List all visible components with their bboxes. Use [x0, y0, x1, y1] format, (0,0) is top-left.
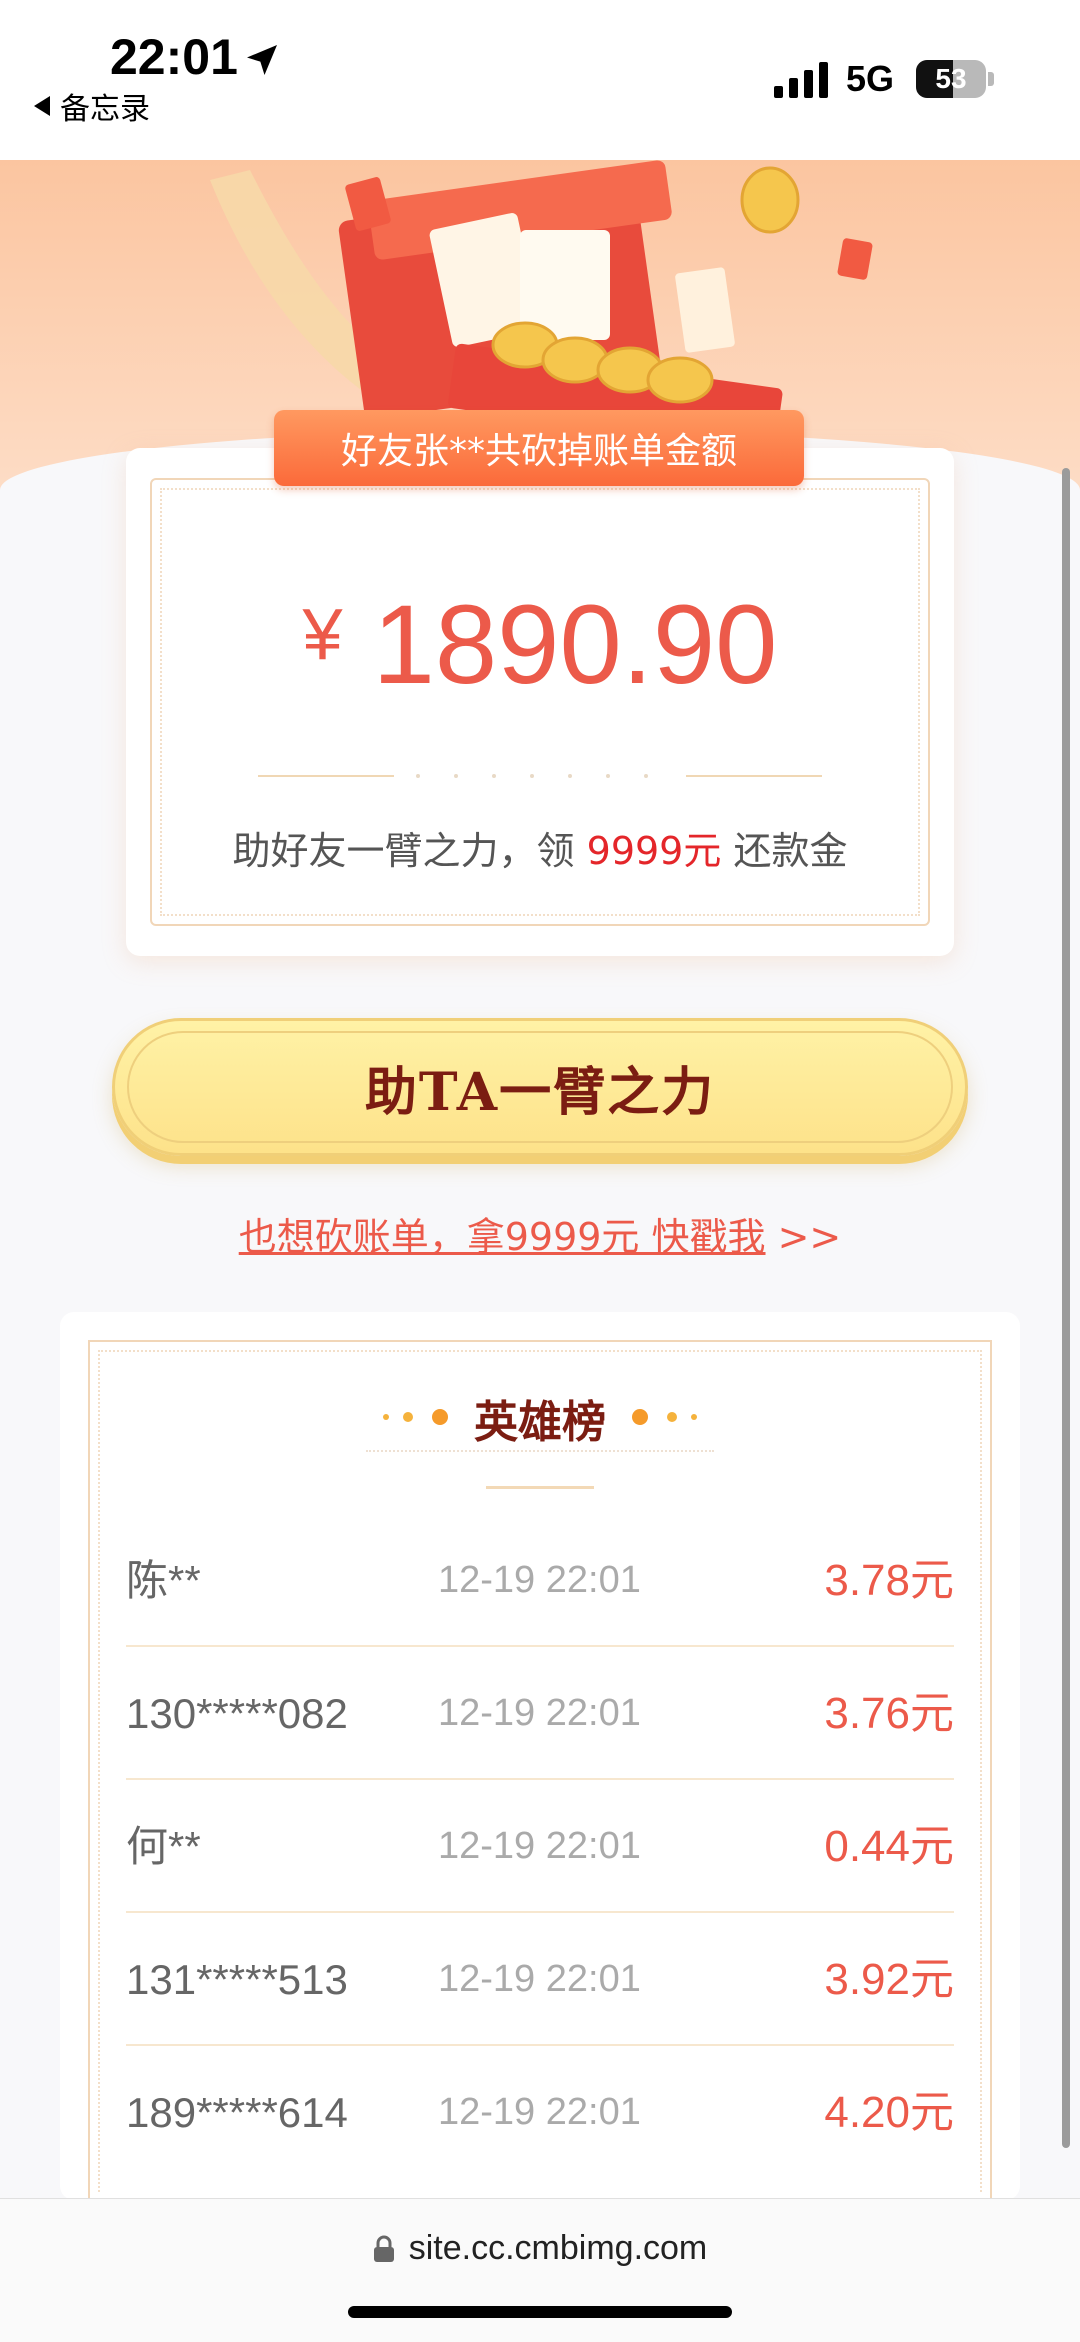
promo-link-text: 也想砍账单，拿9999元 快戳我	[238, 1215, 766, 1259]
back-to-app-button[interactable]: 备忘录	[34, 84, 150, 128]
leaderboard-row: 131*****513 12-19 22:01 3.92元	[126, 1913, 954, 2046]
battery-tip	[988, 72, 994, 86]
promo-link-arrow: >>	[765, 1215, 842, 1259]
currency-symbol: ¥	[302, 595, 343, 675]
leaderboard-title: 英雄榜	[474, 1397, 606, 1448]
promo-link[interactable]: 也想砍账单，拿9999元 快戳我 >>	[0, 1206, 1080, 1261]
row-amount: 3.92元	[824, 1955, 954, 2004]
url-display[interactable]: site.cc.cmbimg.com	[0, 2229, 1080, 2268]
bill-amount: ¥1890.90	[126, 580, 954, 709]
row-name: 何**	[126, 1823, 201, 1870]
title-short-line	[486, 1486, 594, 1489]
row-time: 12-19 22:01	[438, 1692, 641, 1734]
help-button-label: 助TA一臂之力	[127, 1031, 953, 1143]
row-name: 130*****082	[126, 1690, 348, 1737]
row-time: 12-19 22:01	[438, 1825, 641, 1867]
lock-icon	[373, 2235, 394, 2262]
location-arrow-icon	[247, 45, 277, 75]
leaderboard-row: 189*****614 12-19 22:01 4.20元	[126, 2046, 954, 2179]
row-time: 12-19 22:01	[438, 1559, 641, 1601]
ribbon-label: 好友张**共砍掉账单金额	[274, 410, 804, 486]
tip-prefix: 助好友一臂之力，领	[232, 829, 587, 873]
gift-box-illustration	[210, 160, 873, 430]
status-time: 22:01	[110, 29, 238, 85]
card-divider	[258, 774, 822, 778]
leaderboard-row: 130*****082 12-19 22:01 3.76元	[126, 1647, 954, 1780]
browser-url-bar[interactable]: site.cc.cmbimg.com	[0, 2198, 1080, 2342]
network-type: 5G	[846, 58, 895, 99]
row-amount: 4.20元	[824, 2088, 954, 2137]
battery-percent: 53	[935, 63, 967, 94]
home-indicator[interactable]	[348, 2306, 732, 2318]
row-name: 189*****614	[126, 2089, 348, 2136]
tip-suffix: 还款金	[721, 829, 848, 873]
row-amount: 3.78元	[824, 1556, 954, 1605]
signal-icon	[774, 62, 828, 98]
scrollbar[interactable]	[1062, 468, 1070, 2148]
battery-icon: 53	[916, 60, 986, 98]
tip-highlight: 9999元	[586, 829, 722, 873]
back-triangle-icon	[34, 96, 50, 116]
card-tip: 助好友一臂之力，领 9999元 还款金	[126, 820, 954, 875]
title-dots-right-icon	[632, 1409, 697, 1425]
amount-value: 1890.90	[372, 582, 778, 707]
row-amount: 0.44元	[824, 1822, 954, 1871]
row-time: 12-19 22:01	[438, 2091, 641, 2133]
row-time: 12-19 22:01	[438, 1958, 641, 2000]
url-text: site.cc.cmbimg.com	[408, 2229, 708, 2267]
leaderboard-row: 何** 12-19 22:01 0.44元	[126, 1780, 954, 1913]
status-bar: 22:01 备忘录 5G 53	[0, 0, 1080, 160]
title-dotted-line	[366, 1450, 714, 1452]
row-amount: 3.76元	[824, 1689, 954, 1738]
leaderboard-row: 陈** 12-19 22:01 3.78元	[126, 1514, 954, 1647]
row-name: 131*****513	[126, 1956, 348, 2003]
help-button[interactable]: 助TA一臂之力	[112, 1018, 968, 1156]
row-name: 陈**	[126, 1557, 201, 1604]
back-app-label: 备忘录	[60, 92, 150, 127]
